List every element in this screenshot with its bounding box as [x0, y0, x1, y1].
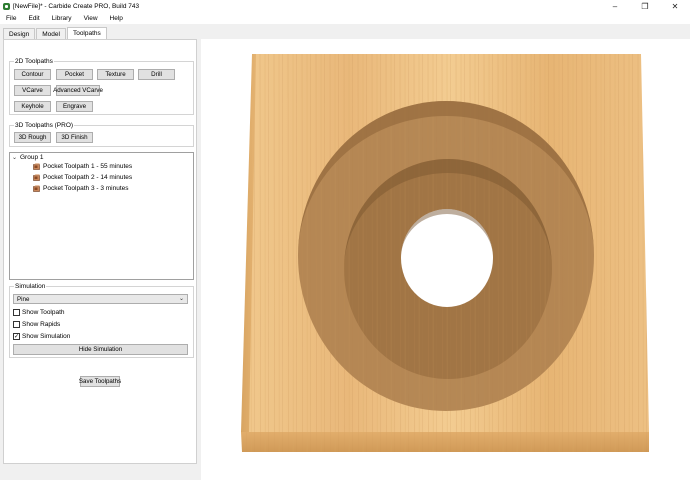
toolpath-icon [33, 174, 40, 181]
toolpath-icon [33, 185, 40, 192]
tab-design[interactable]: Design [3, 28, 36, 39]
engrave-button[interactable]: Engrave [56, 101, 93, 112]
minimize-button[interactable]: – [600, 0, 630, 13]
main-tabs: Design Model Toolpaths [3, 27, 108, 39]
tree-item-pocket-3[interactable]: Pocket Toolpath 3 - 3 minutes [33, 185, 129, 192]
menu-edit[interactable]: Edit [22, 15, 45, 22]
menu-file[interactable]: File [0, 15, 22, 22]
toolpaths-3d-title: 3D Toolpaths (PRO) [14, 122, 75, 129]
show-toolpath-label: Show Toolpath [22, 309, 65, 316]
toolpaths-2d-title: 2D Toolpaths [14, 58, 54, 65]
3d-rough-button[interactable]: 3D Rough [14, 132, 51, 143]
show-rapids-row[interactable]: Show Rapids [13, 321, 60, 328]
tree-group-row[interactable]: ⌄ Group 1 [12, 154, 44, 161]
drill-button[interactable]: Drill [138, 69, 175, 80]
show-simulation-label: Show Simulation [22, 333, 71, 340]
material-select[interactable]: Pine ⌄ [13, 294, 188, 304]
texture-button[interactable]: Texture [97, 69, 134, 80]
tree-item-label: Pocket Toolpath 3 - 3 minutes [43, 185, 129, 192]
simulation-viewport[interactable] [201, 39, 690, 480]
chevron-down-icon[interactable]: ⌄ [12, 154, 20, 161]
show-toolpath-row[interactable]: Show Toolpath [13, 309, 65, 316]
menu-library[interactable]: Library [46, 15, 78, 22]
toolpaths-2d-group: 2D Toolpaths Contour Pocket Texture Dril… [9, 58, 194, 115]
toolpath-tree: ⌄ Group 1 Pocket Toolpath 1 - 55 minutes… [9, 152, 194, 280]
tab-toolpaths[interactable]: Toolpaths [66, 27, 107, 39]
advanced-vcarve-button[interactable]: Advanced VCarve [53, 85, 103, 96]
menu-bar: File Edit Library View Help [0, 13, 690, 24]
toolpaths-panel: 2D Toolpaths Contour Pocket Texture Dril… [3, 39, 197, 464]
menu-view[interactable]: View [78, 15, 104, 22]
show-rapids-label: Show Rapids [22, 321, 61, 328]
show-rapids-checkbox[interactable] [13, 321, 20, 328]
save-toolpaths-button[interactable]: Save Toolpaths [79, 376, 121, 387]
tree-item-label: Pocket Toolpath 2 - 14 minutes [43, 174, 133, 181]
maximize-button[interactable]: ❐ [630, 0, 660, 13]
tree-item-pocket-1[interactable]: Pocket Toolpath 1 - 55 minutes [33, 163, 132, 170]
show-simulation-checkbox[interactable]: ✓ [13, 333, 20, 340]
contour-button[interactable]: Contour [14, 69, 51, 80]
toolpaths-3d-group: 3D Toolpaths (PRO) 3D Rough 3D Finish [9, 122, 194, 147]
hide-simulation-button[interactable]: Hide Simulation [13, 344, 188, 355]
app-logo-icon [3, 3, 10, 10]
chevron-down-icon[interactable]: ⌄ [179, 295, 184, 302]
show-toolpath-checkbox[interactable] [13, 309, 20, 316]
tab-model[interactable]: Model [36, 28, 66, 39]
title-bar: [NewFile]* - Carbide Create PRO, Build 7… [0, 0, 690, 13]
material-select-value: Pine [17, 295, 30, 303]
3d-finish-button[interactable]: 3D Finish [56, 132, 93, 143]
tree-item-pocket-2[interactable]: Pocket Toolpath 2 - 14 minutes [33, 174, 132, 181]
show-simulation-row[interactable]: ✓ Show Simulation [13, 333, 70, 340]
tree-group-label: Group 1 [20, 154, 44, 161]
vcarve-button[interactable]: VCarve [14, 85, 51, 96]
toolpath-icon [33, 163, 40, 170]
close-button[interactable]: ✕ [660, 0, 690, 13]
wood-block-render[interactable] [201, 39, 690, 480]
pocket-button[interactable]: Pocket [56, 69, 93, 80]
window-controls: – ❐ ✕ [600, 0, 690, 13]
menu-help[interactable]: Help [104, 15, 129, 22]
simulation-title: Simulation [14, 283, 47, 290]
keyhole-button[interactable]: Keyhole [14, 101, 51, 112]
tree-item-label: Pocket Toolpath 1 - 55 minutes [43, 163, 133, 170]
window-title: [NewFile]* - Carbide Create PRO, Build 7… [13, 3, 140, 10]
